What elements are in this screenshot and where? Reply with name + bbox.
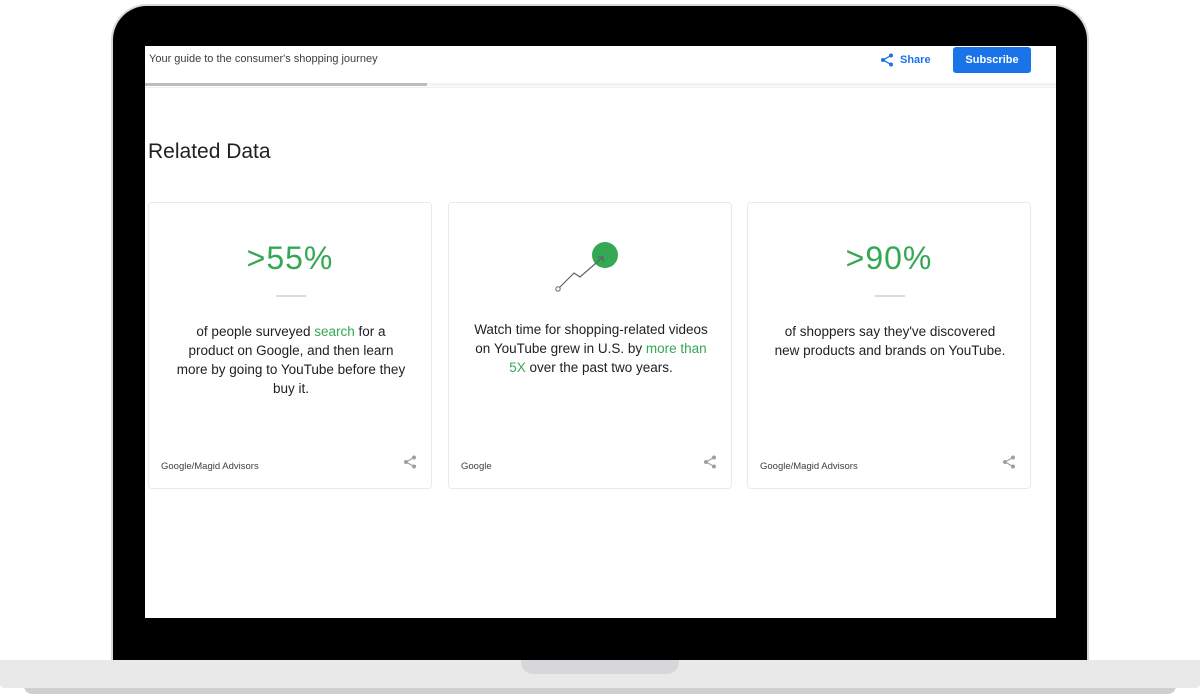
- card-source: Google/Magid Advisors: [760, 461, 858, 472]
- stat-value: >90%: [845, 240, 933, 276]
- stat-card-3: >90% of shoppers say they've discovered …: [747, 202, 1031, 489]
- share-icon: [881, 53, 893, 67]
- reading-progress-fill: [145, 83, 428, 86]
- stat-card-1: >55% of people surveyed search for a pro…: [148, 202, 432, 489]
- card-description: Watch time for shopping-related videos o…: [473, 320, 709, 377]
- card-text-before: of people surveyed: [196, 324, 315, 339]
- stat-divider: [276, 295, 306, 297]
- laptop-notch: [521, 660, 679, 674]
- card-share-icon[interactable]: [703, 455, 717, 469]
- top-bar: Your guide to the consumer's shopping jo…: [145, 46, 1056, 88]
- stat-card-2: Watch time for shopping-related videos o…: [448, 202, 732, 489]
- section-title: Related Data: [148, 140, 271, 163]
- card-description: of people surveyed search for a product …: [173, 322, 409, 398]
- card-share-icon[interactable]: [1002, 455, 1016, 469]
- card-highlight-link[interactable]: search: [314, 324, 355, 339]
- card-source: Google: [461, 461, 492, 472]
- reading-progress-bar: [145, 83, 1056, 86]
- card-text-after: over the past two years.: [525, 360, 673, 375]
- browser-screen: Your guide to the consumer's shopping jo…: [145, 46, 1056, 618]
- article-title: Your guide to the consumer's shopping jo…: [149, 53, 378, 65]
- trend-up-icon: [555, 242, 618, 292]
- card-share-icon[interactable]: [403, 455, 417, 469]
- share-label: Share: [900, 54, 931, 66]
- card-description: of shoppers say they've discovered new p…: [774, 324, 1006, 358]
- share-button[interactable]: Share: [880, 52, 931, 68]
- card-source: Google/Magid Advisors: [161, 461, 259, 472]
- stat-value: >55%: [246, 240, 334, 276]
- stat-divider: [875, 295, 905, 297]
- subscribe-button[interactable]: Subscribe: [953, 47, 1031, 73]
